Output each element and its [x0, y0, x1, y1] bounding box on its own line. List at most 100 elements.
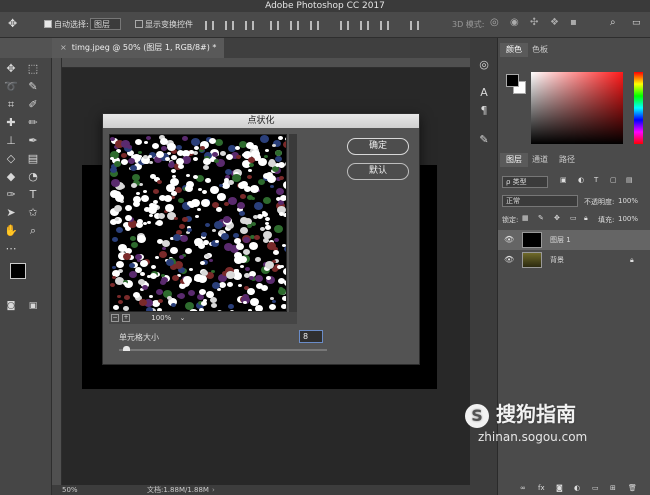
crop-tool-icon[interactable]: ⌗ [4, 98, 18, 112]
lasso-tool-icon[interactable]: ➰ [4, 80, 18, 94]
history-panel-icon[interactable]: ◎ [477, 58, 491, 72]
eraser-tool-icon[interactable]: ◇ [4, 152, 18, 166]
lock-artboard-icon[interactable]: ▭ [570, 214, 577, 222]
distribute-h-icon[interactable] [360, 21, 369, 30]
eyedropper-tool-icon[interactable]: ✐ [26, 98, 40, 112]
tab-layers[interactable]: 图层 [500, 153, 528, 167]
tab-swatches[interactable]: 色板 [526, 43, 554, 57]
filter-smart-icon[interactable]: ▤ [626, 176, 633, 184]
healing-brush-icon[interactable]: ✚ [4, 116, 18, 130]
3d-pan-icon[interactable]: ✣ [530, 17, 538, 28]
quick-select-tool-icon[interactable]: ✎ [26, 80, 40, 94]
align-left-icon[interactable] [205, 21, 214, 30]
visibility-eye-icon[interactable]: 👁︎ [504, 250, 514, 270]
auto-select-checkbox[interactable]: 自动选择: [44, 19, 89, 30]
align-top-icon[interactable] [270, 21, 279, 30]
cell-size-slider-handle[interactable] [123, 346, 131, 351]
add-mask-icon[interactable]: ◙ [556, 484, 563, 492]
screen-mode-icon[interactable]: ▣ [26, 299, 40, 313]
fill-value[interactable]: 100% [618, 215, 638, 223]
move-tool-icon[interactable]: ✥ [4, 62, 18, 76]
move-tool-icon[interactable]: ✥ [8, 17, 17, 30]
document-tab[interactable]: × timg.jpeg @ 50% (图层 1, RGB/8#) * [52, 38, 225, 58]
close-icon[interactable]: × [60, 43, 67, 52]
ok-button[interactable]: 确定 [347, 138, 409, 155]
character-panel-icon[interactable]: A [477, 86, 491, 100]
3d-slide-icon[interactable]: ❖ [550, 17, 559, 28]
preview-dot [193, 175, 198, 179]
align-right-icon[interactable] [245, 21, 254, 30]
tab-channels[interactable]: 通道 [526, 153, 554, 167]
brush-tool-icon[interactable]: ✏ [26, 116, 40, 130]
preview-dot [113, 305, 119, 310]
cell-size-input[interactable]: 8 [299, 330, 323, 343]
filter-preview[interactable] [109, 134, 287, 312]
new-layer-icon[interactable]: ⊞ [610, 484, 616, 492]
panel-foreground-swatch[interactable] [506, 74, 519, 87]
distribute-v-icon[interactable] [380, 21, 389, 30]
adjustment-layer-icon[interactable]: ◐ [574, 484, 580, 492]
gradient-tool-icon[interactable]: ▤ [26, 152, 40, 166]
3d-roll-icon[interactable]: ◉ [510, 17, 519, 28]
3d-scale-icon[interactable]: ▪ [570, 17, 577, 28]
show-transform-checkbox[interactable]: 显示变换控件 [135, 19, 193, 30]
zoom-readout[interactable]: 50% [62, 485, 78, 495]
blend-mode-dropdown[interactable]: 正常 [502, 195, 578, 207]
trash-icon[interactable]: 🗑︎ [628, 484, 637, 492]
opacity-value[interactable]: 100% [618, 197, 638, 205]
preview-dot [274, 225, 283, 233]
layer-filter-dropdown[interactable]: ρ 类型 [502, 176, 548, 188]
type-tool-icon[interactable]: T [26, 188, 40, 202]
zoom-in-button[interactable]: + [122, 314, 130, 322]
dodge-tool-icon[interactable]: ◔ [26, 170, 40, 184]
path-select-icon[interactable]: ➤ [4, 206, 18, 220]
status-arrow-icon[interactable]: › [212, 485, 215, 495]
filter-adjust-icon[interactable]: ◐ [578, 176, 584, 184]
new-group-icon[interactable]: ▭ [592, 484, 599, 492]
filter-pixel-icon[interactable]: ▣ [560, 176, 567, 184]
lock-all-icon[interactable]: 🔒︎ [584, 214, 588, 223]
quick-mask-icon[interactable]: ◙ [4, 299, 18, 313]
more-tools-icon[interactable]: ⋯ [4, 242, 18, 256]
fx-icon[interactable]: fx [538, 484, 545, 492]
preview-scrollbar[interactable] [289, 134, 297, 312]
filter-shape-icon[interactable]: ▢ [610, 176, 617, 184]
link-layers-icon[interactable]: ∞ [520, 484, 526, 492]
blur-tool-icon[interactable]: ◆ [4, 170, 18, 184]
layer-row[interactable]: 👁︎ 图层 1 [498, 230, 650, 250]
clone-stamp-icon[interactable]: ⊥ [4, 134, 18, 148]
zoom-tool-icon[interactable]: ⌕ [26, 224, 40, 238]
3d-orbit-icon[interactable]: ◎ [490, 17, 499, 28]
chevron-down-icon[interactable]: ⌄ [179, 314, 185, 322]
marquee-tool-icon[interactable]: ⬚ [26, 62, 40, 76]
tab-paths[interactable]: 路径 [553, 153, 581, 167]
align-bottom-icon[interactable] [310, 21, 319, 30]
default-button[interactable]: 默认 [347, 163, 409, 180]
preview-dot [209, 259, 213, 262]
auto-align-icon[interactable] [410, 21, 419, 30]
tab-color[interactable]: 颜色 [500, 43, 528, 57]
zoom-out-button[interactable]: − [111, 314, 119, 322]
history-brush-icon[interactable]: ✒ [26, 134, 40, 148]
foreground-color-swatch[interactable] [10, 263, 26, 279]
auto-select-dropdown[interactable]: 图层 [90, 18, 121, 30]
search-icon[interactable]: ⌕ [610, 17, 616, 28]
distribute-icon[interactable] [340, 21, 349, 30]
workspace-icon[interactable]: ▭ [632, 18, 641, 28]
brush-panel-icon[interactable]: ✎ [477, 133, 491, 147]
hand-tool-icon[interactable]: ✋ [4, 224, 18, 238]
align-center-icon[interactable] [225, 21, 234, 30]
filter-type-icon[interactable]: T [594, 176, 598, 184]
align-middle-icon[interactable] [290, 21, 299, 30]
pen-tool-icon[interactable]: ✑ [4, 188, 18, 202]
lock-position-icon[interactable]: ✥ [554, 214, 560, 222]
cell-size-slider[interactable] [119, 349, 327, 351]
paragraph-panel-icon[interactable]: ¶ [477, 104, 491, 118]
visibility-eye-icon[interactable]: 👁︎ [504, 230, 514, 250]
layer-row[interactable]: 👁︎ 背景 🔒︎ [498, 250, 650, 270]
color-picker-field[interactable] [531, 72, 623, 144]
shape-tool-icon[interactable]: ✩ [26, 206, 40, 220]
hue-slider[interactable] [634, 72, 643, 144]
lock-pixels-icon[interactable]: ✎ [538, 214, 544, 222]
lock-transparency-icon[interactable]: ▦ [522, 214, 529, 222]
